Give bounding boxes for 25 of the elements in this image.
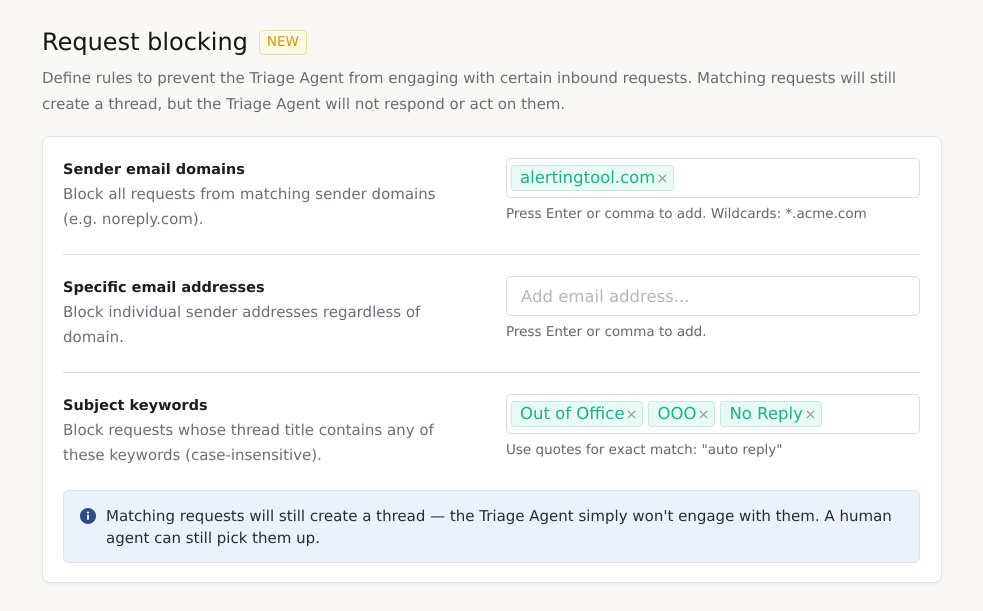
tag-label: alertingtool.com bbox=[520, 167, 656, 189]
field-hint: Use quotes for exact match: "auto reply" bbox=[506, 441, 784, 460]
field-hint: Press Enter or comma to add. Wildcards: *.acme.com bbox=[506, 205, 868, 224]
field-hint: Press Enter or comma to add. bbox=[506, 323, 708, 342]
rule-title: Specific email addresses bbox=[63, 279, 266, 298]
tag-input-field[interactable]: alertingtool.com bbox=[506, 158, 920, 198]
tag-input-field[interactable]: Out of Office OOO No Reply bbox=[506, 394, 920, 434]
tag-label: No Reply bbox=[729, 403, 803, 425]
text-input-field[interactable]: Add email address... bbox=[506, 276, 920, 316]
new-badge: NEW bbox=[258, 30, 307, 54]
page-description: Define rules to prevent the Triage Agent from engaging with certain inbound requests. Matching requests will still create a thread, but the Triage Agent will not respond or act on them. bbox=[42, 68, 898, 115]
rule-description: Block individual sender addresses regardless of domain. bbox=[63, 302, 422, 348]
close-icon[interactable] bbox=[658, 174, 668, 182]
close-icon[interactable] bbox=[699, 410, 708, 418]
rule-description: Block requests whose thread title contains any of these keywords (case-insensitive). bbox=[63, 420, 435, 466]
tag-label: OOO bbox=[657, 403, 696, 425]
rule-title: Subject keywords bbox=[63, 397, 209, 416]
info-text: Matching requests will still create a thread — the Triage Agent simply won't engage with them. A human agent can still pick them up. bbox=[106, 506, 893, 549]
close-icon[interactable] bbox=[806, 410, 815, 418]
tag-label: Out of Office bbox=[520, 403, 624, 425]
info-icon bbox=[80, 508, 96, 524]
rule-title: Sender email domains bbox=[63, 161, 246, 180]
close-icon[interactable] bbox=[627, 410, 636, 418]
rule-description: Block all requests from matching sender domains (e.g. noreply.com). bbox=[63, 184, 437, 230]
page-title: Request blocking bbox=[42, 27, 248, 58]
